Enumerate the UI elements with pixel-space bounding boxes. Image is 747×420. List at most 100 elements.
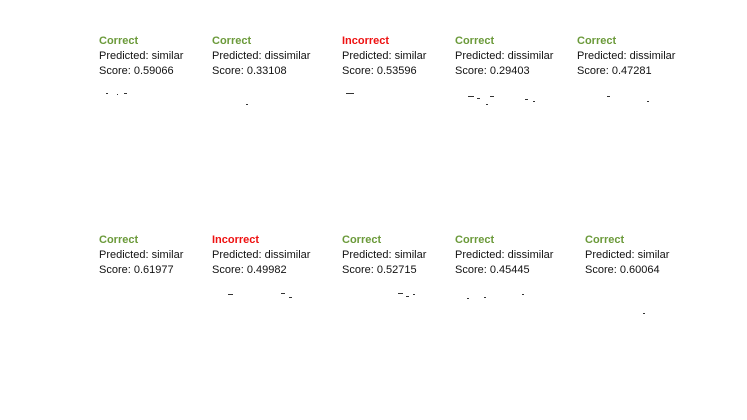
image-fragment [525, 99, 528, 100]
score-line: Score: 0.59066 [99, 64, 229, 79]
score-line: Score: 0.53596 [342, 64, 472, 79]
image-fragment [490, 96, 494, 97]
results-grid: Correct Predicted: similar Score: 0.5906… [0, 0, 747, 420]
score-value: 0.60064 [619, 264, 660, 276]
image-fragment [413, 294, 415, 295]
predicted-prefix: Predicted: [212, 50, 265, 62]
result-panel: Correct Predicted: dissimilar Score: 0.3… [212, 34, 342, 79]
predicted-prefix: Predicted: [99, 249, 152, 261]
score-value: 0.45445 [489, 264, 530, 276]
image-fragment [117, 94, 118, 95]
predicted-line: Predicted: dissimilar [455, 49, 585, 64]
score-line: Score: 0.45445 [455, 263, 585, 278]
verdict-label: Correct [585, 234, 625, 246]
result-panel: Correct Predicted: similar Score: 0.5271… [342, 233, 472, 278]
result-panel: Correct Predicted: similar Score: 0.6197… [99, 233, 229, 278]
score-line: Score: 0.49982 [212, 263, 342, 278]
score-value: 0.47281 [611, 65, 652, 77]
result-panel: Incorrect Predicted: dissimilar Score: 0… [212, 233, 342, 278]
image-fragment [484, 297, 486, 298]
score-prefix: Score: [99, 65, 134, 77]
image-fragment [607, 96, 610, 97]
image-fragment [281, 293, 285, 294]
predicted-value: similar [151, 50, 184, 62]
score-prefix: Score: [577, 65, 612, 77]
predicted-prefix: Predicted: [342, 50, 395, 62]
predicted-prefix: Predicted: [455, 249, 508, 261]
score-line: Score: 0.61977 [99, 263, 229, 278]
predicted-line: Predicted: similar [99, 49, 229, 64]
predicted-line: Predicted: similar [99, 248, 229, 263]
predicted-value: dissimilar [264, 50, 311, 62]
image-fragment [468, 96, 474, 97]
image-fragment [289, 297, 292, 298]
predicted-prefix: Predicted: [585, 249, 638, 261]
score-value: 0.59066 [133, 65, 174, 77]
result-panel: Correct Predicted: dissimilar Score: 0.2… [455, 34, 585, 79]
score-prefix: Score: [342, 264, 377, 276]
result-panel: Correct Predicted: dissimilar Score: 0.4… [455, 233, 585, 278]
predicted-value: similar [394, 50, 427, 62]
verdict-label: Correct [99, 35, 139, 47]
predicted-line: Predicted: similar [342, 49, 472, 64]
image-fragment [477, 98, 480, 99]
score-line: Score: 0.33108 [212, 64, 342, 79]
predicted-prefix: Predicted: [99, 50, 152, 62]
score-line: Score: 0.47281 [577, 64, 707, 79]
score-prefix: Score: [455, 264, 490, 276]
verdict-label: Correct [342, 234, 382, 246]
image-fragment [346, 93, 354, 94]
verdict-label: Correct [455, 35, 495, 47]
image-fragment [486, 104, 488, 105]
verdict-label: Correct [455, 234, 495, 246]
predicted-line: Predicted: dissimilar [455, 248, 585, 263]
score-line: Score: 0.52715 [342, 263, 472, 278]
image-fragment [246, 104, 248, 105]
predicted-value: dissimilar [629, 50, 676, 62]
predicted-line: Predicted: dissimilar [212, 248, 342, 263]
predicted-prefix: Predicted: [212, 249, 265, 261]
predicted-value: similar [151, 249, 184, 261]
score-prefix: Score: [342, 65, 377, 77]
image-fragment [406, 296, 409, 297]
verdict-label: Incorrect [212, 234, 260, 246]
score-prefix: Score: [585, 264, 620, 276]
predicted-value: dissimilar [507, 50, 554, 62]
score-line: Score: 0.60064 [585, 263, 715, 278]
score-prefix: Score: [99, 264, 134, 276]
verdict-label: Correct [99, 234, 139, 246]
predicted-line: Predicted: dissimilar [577, 49, 707, 64]
predicted-prefix: Predicted: [577, 50, 630, 62]
score-value: 0.52715 [376, 264, 417, 276]
image-fragment [647, 101, 649, 102]
verdict-label: Correct [577, 35, 617, 47]
predicted-line: Predicted: similar [342, 248, 472, 263]
score-value: 0.33108 [246, 65, 287, 77]
predicted-value: dissimilar [264, 249, 311, 261]
predicted-value: similar [394, 249, 427, 261]
verdict-label: Correct [212, 35, 252, 47]
predicted-line: Predicted: dissimilar [212, 49, 342, 64]
score-value: 0.53596 [376, 65, 417, 77]
predicted-prefix: Predicted: [342, 249, 395, 261]
score-value: 0.29403 [489, 65, 530, 77]
score-prefix: Score: [212, 65, 247, 77]
predicted-value: dissimilar [507, 249, 554, 261]
score-value: 0.61977 [133, 264, 174, 276]
image-fragment [124, 93, 127, 94]
image-fragment [398, 293, 403, 294]
image-fragment [533, 101, 535, 102]
image-fragment [522, 294, 524, 295]
predicted-prefix: Predicted: [455, 50, 508, 62]
result-panel: Correct Predicted: similar Score: 0.5906… [99, 34, 229, 79]
predicted-value: similar [637, 249, 670, 261]
score-prefix: Score: [455, 65, 490, 77]
image-fragment [467, 298, 469, 299]
image-fragment [643, 313, 645, 314]
image-fragment [228, 294, 233, 295]
predicted-line: Predicted: similar [585, 248, 715, 263]
result-panel: Correct Predicted: similar Score: 0.6006… [585, 233, 715, 278]
image-fragment [106, 93, 108, 94]
result-panel: Correct Predicted: dissimilar Score: 0.4… [577, 34, 707, 79]
verdict-label: Incorrect [342, 35, 390, 47]
